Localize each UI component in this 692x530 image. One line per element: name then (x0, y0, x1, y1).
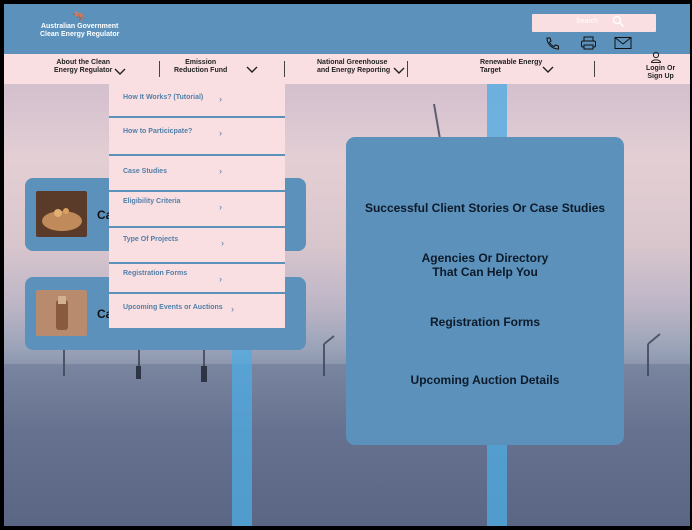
login-label: Login Or (646, 65, 676, 72)
search-box[interactable]: Search (532, 14, 656, 32)
panel-link-registration-forms[interactable]: Registration Forms (346, 315, 624, 329)
panel-link-case-studies[interactable]: Successful Client Stories Or Case Studie… (346, 201, 624, 215)
nav-divider (284, 61, 285, 77)
dropdown-item-label: How It Works? (Tutorial) (123, 94, 204, 101)
logo-line-2: Clean Energy Regulator (40, 31, 120, 38)
dropdown-item-label: Eligibility Criteria (123, 198, 181, 205)
nav-label-line: Target (480, 67, 501, 74)
main-navigation: About the Clean Energy Regulator Emissio… (4, 51, 690, 84)
nav-label-line: Reduction Fund (174, 67, 228, 74)
emission-reduction-dropdown-menu: How It Works? (Tutorial) › How to Partic… (109, 84, 285, 328)
login-signup-link[interactable]: Login Or Sign Up (646, 65, 675, 81)
dropdown-item-how-it-works[interactable]: How It Works? (Tutorial) › (109, 84, 285, 118)
site-header: 🦘 Australian Government Clean Energy Reg… (4, 4, 690, 54)
nav-item-renewable-energy-target[interactable]: Renewable Energy Target (480, 59, 542, 75)
nav-divider (159, 61, 160, 77)
chevron-down-icon[interactable] (542, 66, 554, 73)
chevron-right-icon: › (219, 94, 222, 104)
panel-link-agencies-line-2[interactable]: That Can Help You (346, 265, 624, 279)
dropdown-item-registration-forms[interactable]: Registration Forms › (109, 264, 285, 294)
chevron-down-icon[interactable] (393, 67, 405, 74)
chevron-right-icon: › (221, 238, 224, 248)
dropdown-item-label: Type Of Projects (123, 236, 179, 243)
logo-line-1: Australian Government (40, 23, 119, 30)
nav-label-line: Emission (185, 59, 217, 66)
nav-label-line: and Energy Reporting (317, 67, 391, 74)
chevron-down-icon[interactable] (114, 68, 126, 75)
dropdown-item-label: Upcoming Events or Auctions (123, 304, 223, 311)
card-thumbnail-image (36, 191, 87, 237)
mail-icon[interactable] (614, 36, 632, 50)
chevron-right-icon: › (219, 274, 222, 284)
signup-label: Sign Up (647, 73, 674, 80)
dropdown-item-label: How to Particicpate? (123, 128, 193, 135)
panel-link-agencies-line-1[interactable]: Agencies Or Directory (346, 251, 624, 265)
dropdown-item-label: Case Studies (123, 168, 167, 175)
nav-label-line: Energy Regulator (54, 67, 113, 74)
dropdown-item-type-of-projects[interactable]: Type Of Projects › (109, 228, 285, 264)
chevron-right-icon: › (219, 128, 222, 138)
dropdown-item-case-studies[interactable]: Case Studies › (109, 156, 285, 192)
dropdown-item-label: Registration Forms (123, 270, 188, 277)
panel-link-upcoming-auctions[interactable]: Upcoming Auction Details (346, 373, 624, 387)
search-placeholder: Search (576, 18, 599, 25)
chevron-right-icon: › (219, 166, 222, 176)
info-panel: Successful Client Stories Or Case Studie… (346, 137, 624, 445)
chevron-right-icon: › (219, 202, 222, 212)
nav-label-line: National Greenhouse (317, 59, 388, 66)
nav-item-about[interactable]: About the Clean Energy Regulator (54, 59, 112, 75)
nav-label-line: About the Clean (56, 59, 111, 66)
government-logo[interactable]: 🦘 Australian Government Clean Energy Reg… (40, 12, 119, 39)
user-icon[interactable] (650, 51, 662, 63)
search-icon[interactable] (612, 15, 625, 28)
dropdown-item-how-to-participate[interactable]: How to Particicpate? › (109, 118, 285, 156)
app-frame: 🦘 Australian Government Clean Energy Reg… (4, 4, 690, 526)
dropdown-item-eligibility-criteria[interactable]: Eligibility Criteria › (109, 192, 285, 228)
nav-item-emission-reduction-fund[interactable]: Emission Reduction Fund (174, 59, 227, 75)
dropdown-item-upcoming-events[interactable]: Upcoming Events or Auctions › (109, 294, 285, 328)
chevron-down-icon[interactable] (246, 66, 258, 73)
kangaroo-crest-icon: 🦘 (72, 11, 87, 23)
card-thumbnail-image (36, 290, 87, 336)
printer-icon[interactable] (580, 36, 598, 50)
phone-icon[interactable] (544, 36, 562, 50)
chevron-right-icon: › (231, 304, 234, 314)
nav-label-line: Renewable Energy (480, 59, 543, 66)
nav-divider (594, 61, 595, 77)
nav-divider (407, 61, 408, 77)
nav-item-national-greenhouse[interactable]: National Greenhouse and Energy Reporting (317, 59, 390, 75)
